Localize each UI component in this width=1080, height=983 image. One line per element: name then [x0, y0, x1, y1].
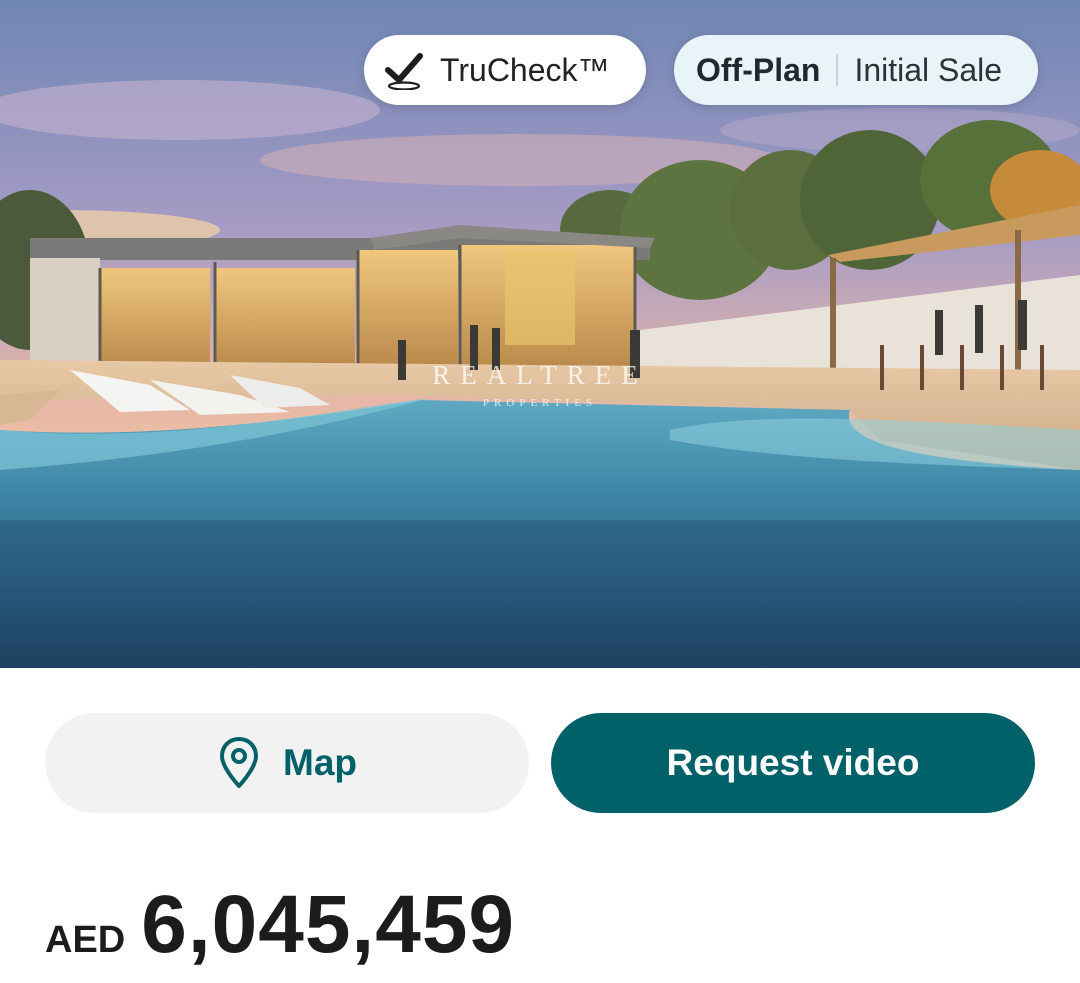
- status-divider: [836, 54, 839, 86]
- request-video-button[interactable]: Request video: [551, 713, 1035, 813]
- listing-status-badge: Off-Plan Initial Sale: [674, 35, 1038, 105]
- check-icon: [382, 48, 426, 92]
- watermark-brand: REALTREE: [432, 360, 648, 390]
- price-currency: AED: [45, 919, 126, 961]
- price-amount: 6,045,459: [141, 879, 516, 970]
- trucheck-badge[interactable]: TruCheck™: [364, 35, 646, 105]
- realtree-watermark: REALTREE PROPERTIES: [420, 360, 660, 409]
- listing-photo[interactable]: REALTREE PROPERTIES TruCheck™ Off-Plan I…: [0, 0, 1080, 668]
- watermark-subtitle: PROPERTIES: [482, 397, 598, 409]
- trucheck-label: TruCheck™: [440, 51, 610, 88]
- map-button-label: Map: [283, 742, 357, 783]
- request-video-label: Request video: [666, 742, 920, 783]
- location-pin-icon: [217, 734, 261, 792]
- listing-price: AED 6,045,459: [45, 878, 515, 972]
- status-initial-sale: Initial Sale: [854, 51, 1003, 88]
- map-button[interactable]: Map: [45, 713, 529, 813]
- status-off-plan: Off-Plan: [696, 51, 821, 88]
